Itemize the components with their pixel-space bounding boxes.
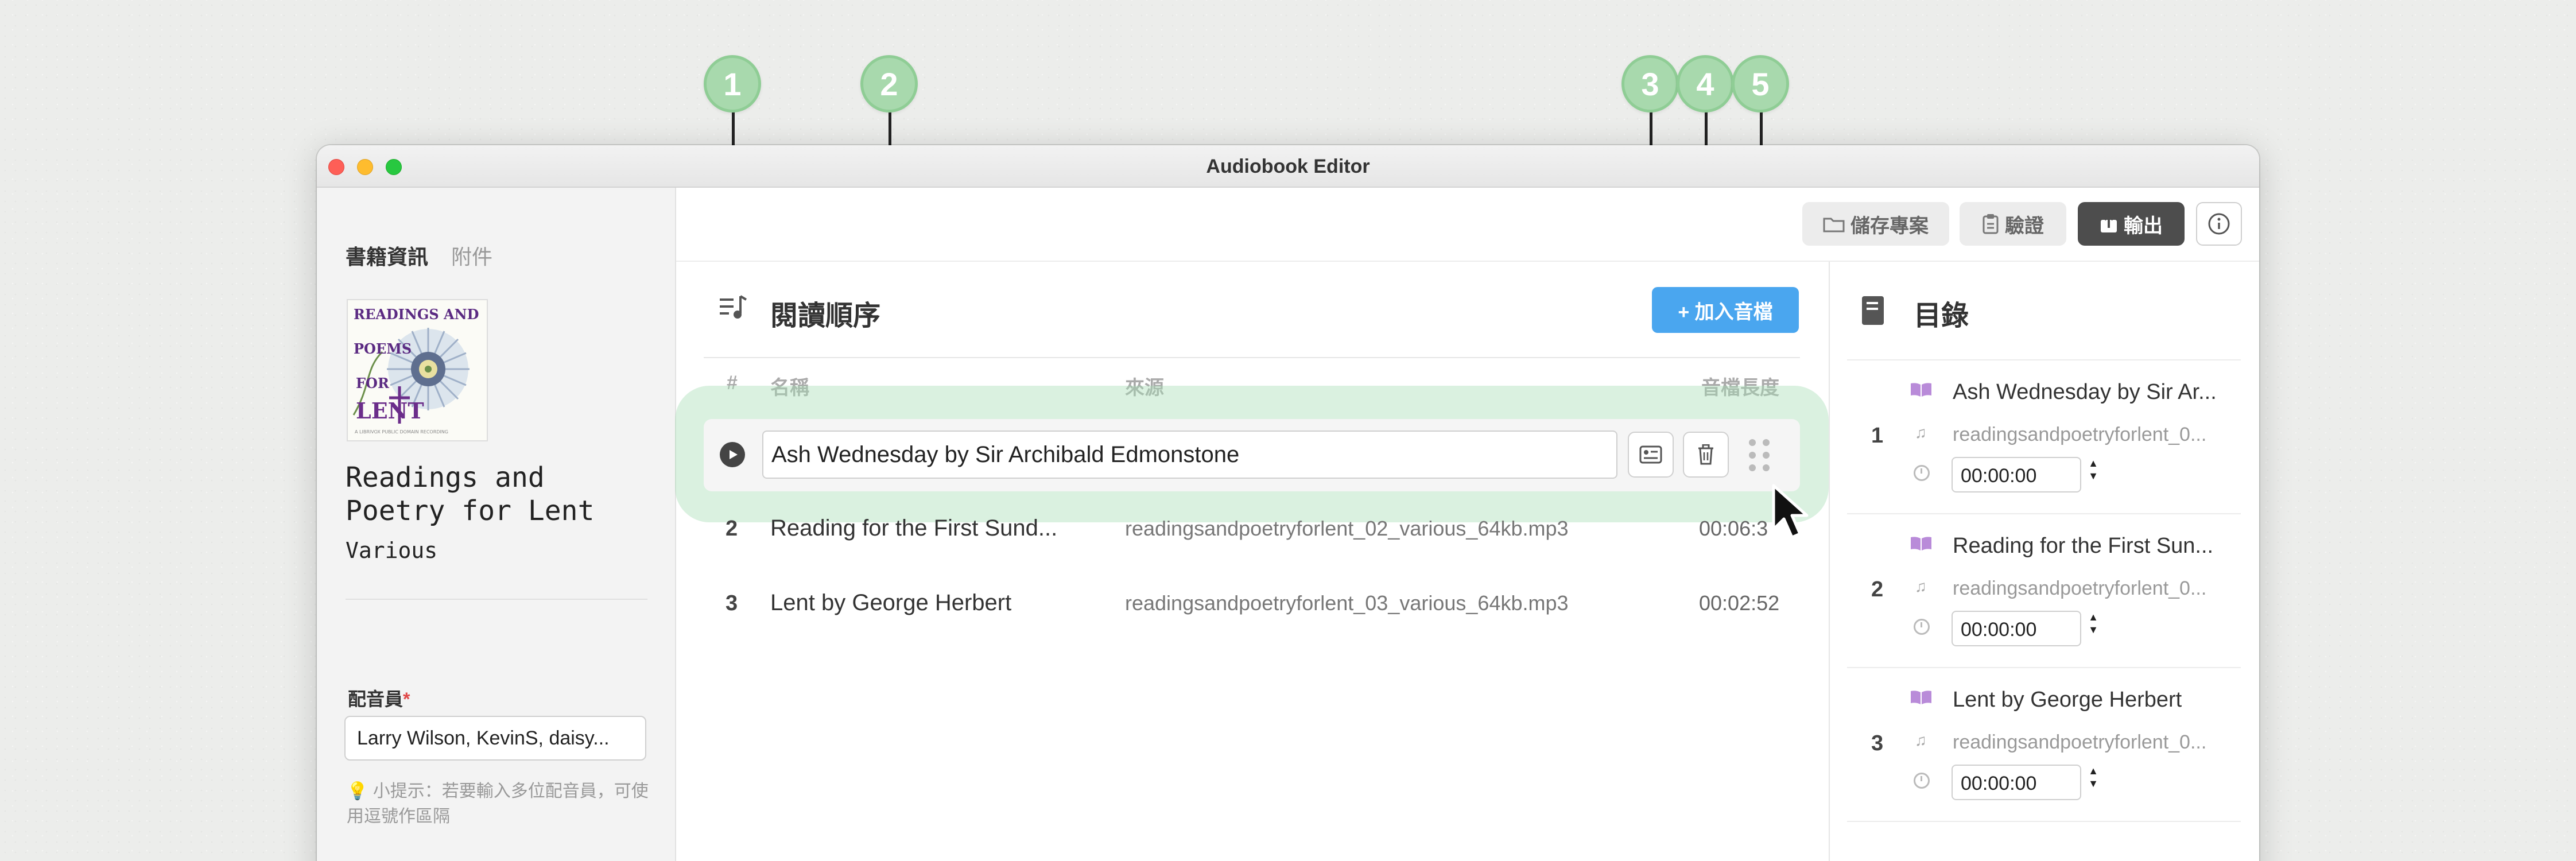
title-bar: Audiobook Editor (317, 145, 2259, 188)
callout-5: 5 (1732, 55, 1789, 113)
toc-title: 目錄 (1914, 301, 1969, 331)
table-header-rule (704, 357, 1800, 358)
required-marker: * (403, 689, 410, 709)
save-project-button[interactable]: 儲存專案 (1802, 202, 1949, 246)
open-book-icon (1911, 383, 1931, 397)
narrator-label: 配音員* (348, 685, 410, 711)
audio-file-icon: ♫ (1915, 577, 1927, 595)
row-3-name[interactable]: Lent by George Herbert (770, 590, 1011, 616)
cover-title-line-3: FOR (356, 375, 389, 391)
open-book-icon (1911, 691, 1931, 704)
narrator-tip: 💡 小提示：若要輸入多位配音員，可使用逗號作區隔 (347, 782, 649, 826)
toc-entry-1-time[interactable]: 00:00:00 (1952, 457, 2081, 492)
row-3-number: 3 (726, 591, 738, 615)
open-book-icon (1911, 537, 1931, 550)
cover-title-line-4: LENT (356, 398, 424, 424)
delete-button[interactable] (1683, 432, 1729, 478)
track-name-input[interactable]: Ash Wednesday by Sir Archibald Edmonston… (762, 430, 1617, 479)
sidebar: 書籍資訊 附件 READINGS AND POEMS FOR LENT A LI… (317, 188, 676, 861)
clock-icon (1914, 773, 1930, 789)
validate-label: 驗證 (2005, 215, 2044, 237)
callout-3: 3 (1621, 55, 1679, 113)
toc-entry-1[interactable]: Ash Wednesday by Sir Ar... 1 ♫ readingsa… (1847, 359, 2241, 514)
row-2-source: readingsandpoetryforlent_02_various_64kb… (1125, 517, 1569, 540)
toc-entry-3-time[interactable]: 00:00:00 (1952, 765, 2081, 800)
callout-2: 2 (860, 55, 918, 113)
trash-icon (1698, 444, 1713, 465)
book-author: Various (346, 538, 438, 563)
toc-entry-2-file: readingsandpoetryforlent_0... (1953, 577, 2207, 599)
add-audio-button[interactable]: + 加入音檔 (1652, 287, 1799, 333)
book-icon (1862, 296, 1884, 325)
toc-entry-3-number: 3 (1871, 731, 1884, 755)
row-2-name[interactable]: Reading for the First Sund... (770, 515, 1057, 541)
play-button[interactable] (720, 442, 745, 467)
validate-button[interactable]: 驗證 (1960, 202, 2066, 246)
play-icon (730, 450, 738, 459)
details-icon (1639, 445, 1662, 464)
callout-4: 4 (1677, 55, 1734, 113)
row-2-number: 2 (726, 517, 738, 541)
mouse-cursor-icon (1772, 484, 1809, 539)
export-button[interactable]: 輸出 (2078, 202, 2185, 246)
time-stepper[interactable]: ▲ ▼ (2086, 765, 2101, 793)
toc-entry-2-time[interactable]: 00:00:00 (1952, 611, 2081, 646)
row-3-duration: 00:02:52 (1699, 591, 1780, 615)
info-icon (2208, 213, 2230, 235)
export-icon (2101, 214, 2117, 232)
sidebar-tabs: 書籍資訊 附件 (346, 241, 492, 270)
toc-entry-1-name: Ash Wednesday by Sir Ar... (1953, 380, 2217, 404)
callout-1: 1 (704, 55, 761, 113)
info-button[interactable] (2196, 202, 2242, 246)
row-3-source: readingsandpoetryforlent_03_various_64kb… (1125, 591, 1569, 615)
export-label: 輸出 (2124, 215, 2163, 237)
toc-entry-1-file: readingsandpoetryforlent_0... (1953, 424, 2207, 445)
clock-icon (1914, 619, 1930, 635)
toc-entry-3-name: Lent by George Herbert (1953, 688, 2182, 712)
folder-icon (1823, 218, 1845, 232)
narrator-field[interactable]: Larry Wilson, KevinS, daisy... (344, 716, 646, 761)
time-stepper[interactable]: ▲ ▼ (2086, 457, 2101, 486)
book-title: Readings and Poetry for Lent (346, 461, 595, 527)
window-title: Audiobook Editor (1206, 156, 1370, 177)
toc-entry-2-name: Reading for the First Sun... (1953, 534, 2214, 558)
toc-entry-2[interactable]: Reading for the First Sun... 2 ♫ reading… (1847, 513, 2241, 668)
cover-footer: A LIBRIVOX PUBLIC DOMAIN RECORDING (355, 429, 448, 435)
toc-entry-3[interactable]: Lent by George Herbert 3 ♫ readingsandpo… (1847, 667, 2241, 822)
toc-entry-1-number: 1 (1871, 424, 1884, 448)
reading-order-title: 閱讀順序 (770, 301, 881, 331)
edit-details-button[interactable] (1628, 432, 1674, 478)
clipboard-icon (1983, 214, 1999, 234)
save-project-label: 儲存專案 (1850, 215, 1929, 237)
clock-icon (1914, 465, 1930, 481)
time-stepper[interactable]: ▲ ▼ (2086, 611, 2101, 639)
cover-title-line-2: POEMS (354, 340, 412, 357)
audio-file-icon: ♫ (1915, 731, 1927, 749)
playlist-icon (719, 294, 748, 328)
toc-entry-2-number: 2 (1871, 577, 1884, 602)
tab-attachments[interactable]: 附件 (451, 241, 492, 270)
drag-handle-icon[interactable] (1743, 435, 1777, 475)
narrator-label-text: 配音員 (348, 689, 404, 709)
tab-book-info[interactable]: 書籍資訊 (346, 241, 428, 270)
cover-title-line-1: READINGS AND (354, 306, 479, 323)
toc-entry-3-file: readingsandpoetryforlent_0... (1953, 731, 2207, 753)
sidebar-divider (346, 599, 647, 600)
audio-file-icon: ♫ (1915, 424, 1927, 441)
row-2-duration: 00:06:3 (1699, 517, 1768, 540)
book-cover[interactable]: READINGS AND POEMS FOR LENT A LIBRIVOX P… (347, 299, 488, 441)
